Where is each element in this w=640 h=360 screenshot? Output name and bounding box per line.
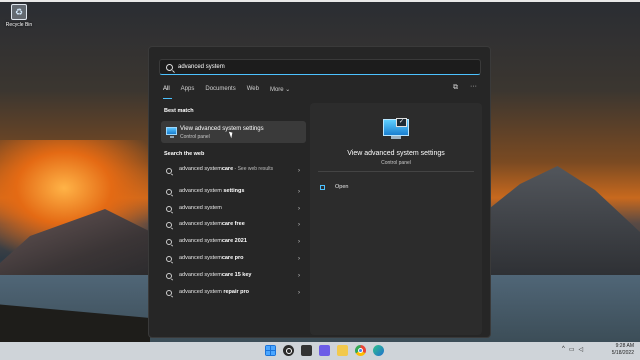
- search-icon: [166, 63, 173, 71]
- result-detail-pane: ✓ View advanced system settings Control …: [310, 103, 482, 335]
- clock[interactable]: 9:28 AM 5/18/2022: [594, 343, 634, 357]
- web-result-text: advanced system settings: [179, 187, 245, 194]
- web-result-text: advanced system: [179, 204, 222, 211]
- divider: [318, 171, 474, 172]
- chat-icon[interactable]: [319, 345, 330, 356]
- taskbar-search-icon[interactable]: [283, 345, 294, 356]
- chevron-right-icon: ›: [298, 272, 300, 279]
- best-match-result[interactable]: View advanced system settings Control pa…: [161, 121, 306, 143]
- chevron-right-icon: ›: [298, 255, 300, 262]
- taskbar: ^ ▭ ◁ 9:28 AM 5/18/2022: [0, 342, 640, 360]
- web-result-item[interactable]: advanced system ›: [161, 202, 306, 219]
- search-query: advanced system: [178, 64, 225, 70]
- detail-title: View advanced system settings: [347, 150, 445, 157]
- more-options-icon[interactable]: ···: [470, 83, 477, 90]
- search-input[interactable]: advanced system: [159, 59, 481, 75]
- system-settings-icon: [166, 127, 177, 138]
- file-explorer-icon[interactable]: [337, 345, 348, 356]
- tab-documents[interactable]: Documents: [205, 86, 235, 92]
- tab-more[interactable]: More ⌄: [270, 86, 290, 93]
- volume-icon[interactable]: ◁: [579, 346, 584, 353]
- web-result-text: advanced systemcare 2021: [179, 238, 247, 245]
- search-icon: [166, 255, 172, 262]
- recycle-bin[interactable]: ♻ Recycle Bin: [4, 4, 34, 28]
- chevron-right-icon: ›: [298, 205, 300, 212]
- best-match-title: View advanced system settings: [180, 126, 264, 132]
- search-web-heading: Search the web: [164, 151, 205, 157]
- recycle-bin-label: Recycle Bin: [5, 22, 33, 28]
- chevron-right-icon: ›: [298, 188, 300, 195]
- chevron-right-icon: ›: [298, 222, 300, 229]
- search-icon: [166, 272, 172, 279]
- search-icon: [166, 205, 172, 212]
- search-icon: [166, 168, 172, 174]
- windows-start-icon[interactable]: [265, 345, 276, 356]
- web-result-item[interactable]: advanced systemcare pro ›: [161, 252, 306, 269]
- web-result-text: advanced systemcare 15 key: [179, 271, 252, 278]
- web-result-item[interactable]: advanced system settings ›: [161, 185, 306, 202]
- tray-chevron-icon[interactable]: ^: [562, 346, 565, 353]
- taskbar-apps: [265, 345, 384, 357]
- clock-date: 5/18/2022: [611, 350, 634, 356]
- web-result-item[interactable]: advanced systemcare - See web results ›: [161, 164, 306, 181]
- clock-time: 9:28 AM: [615, 343, 634, 349]
- recycle-bin-icon: ♻: [11, 4, 27, 20]
- web-result-text: advanced system repair pro: [179, 288, 250, 295]
- edge-icon[interactable]: [373, 345, 384, 356]
- chevron-right-icon: ›: [298, 168, 300, 174]
- web-result-text: advanced systemcare free: [179, 221, 245, 228]
- web-result-text: advanced systemcare pro: [179, 254, 244, 261]
- tab-web[interactable]: Web: [247, 86, 259, 92]
- tab-all[interactable]: All: [163, 86, 170, 92]
- web-result-item[interactable]: advanced systemcare free ›: [161, 218, 306, 235]
- best-match-heading: Best match: [164, 108, 194, 114]
- search-icon: [166, 239, 172, 246]
- tab-apps[interactable]: Apps: [181, 86, 195, 92]
- chevron-right-icon: ›: [298, 239, 300, 246]
- chrome-icon[interactable]: [355, 345, 366, 356]
- checkmark-icon: ✓: [396, 118, 407, 127]
- chevron-right-icon: ›: [298, 289, 300, 296]
- network-icon[interactable]: ▭: [569, 346, 575, 353]
- system-tray: ^ ▭ ◁: [562, 346, 583, 353]
- web-results-list: advanced systemcare - See web results › …: [161, 164, 306, 302]
- search-panel: advanced system All Apps Documents Web M…: [148, 46, 491, 338]
- best-match-subtitle: Control panel: [180, 134, 210, 140]
- web-result-text: advanced systemcare - See web results: [179, 166, 274, 172]
- web-result-item[interactable]: advanced system repair pro ›: [161, 286, 306, 303]
- task-view-icon[interactable]: [301, 345, 312, 356]
- search-icon: [166, 222, 172, 229]
- open-icon: [320, 185, 325, 190]
- open-label: Open: [335, 184, 349, 190]
- active-tab-indicator: [163, 98, 172, 99]
- mountain-right: [490, 166, 640, 280]
- monitor-stand: [391, 136, 401, 139]
- share-icon[interactable]: ⧉: [453, 84, 461, 92]
- filter-tabs: All Apps Documents Web More ⌄: [163, 84, 301, 94]
- search-icon: [166, 188, 172, 195]
- web-result-item[interactable]: advanced systemcare 15 key ›: [161, 269, 306, 286]
- web-result-item[interactable]: advanced systemcare 2021 ›: [161, 235, 306, 252]
- window-top-strip: [0, 0, 640, 2]
- detail-subtitle: Control panel: [381, 160, 411, 166]
- search-icon: [166, 289, 172, 296]
- system-settings-icon: ✓: [383, 118, 409, 136]
